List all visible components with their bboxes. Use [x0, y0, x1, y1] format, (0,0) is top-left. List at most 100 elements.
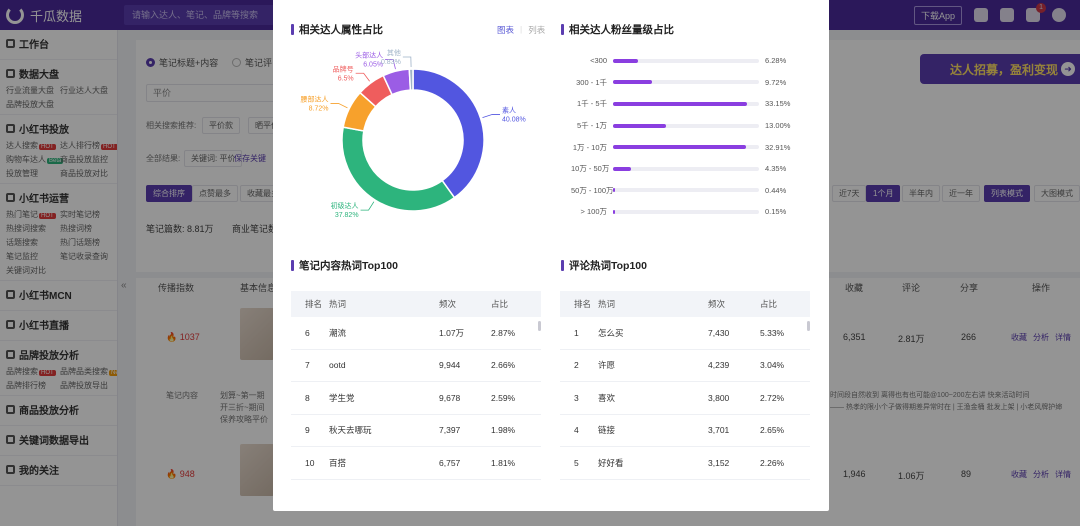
- fan-bar-track: [613, 166, 759, 171]
- fan-bar-fill: [613, 166, 631, 171]
- donut-svg: 素人40.08%初级达人37.82%腰部达人8.72%品牌号6.5%头部达人6.…: [300, 48, 526, 219]
- cell-rank: 4: [574, 425, 579, 436]
- cell-word: 许愿: [598, 360, 616, 371]
- cell-pct: 1.81%: [491, 457, 516, 468]
- fan-bar-row[interactable]: 1千 - 5千 33.15%: [571, 93, 811, 115]
- donut-label-name: 初级达人: [331, 201, 359, 210]
- cell-pct: 2.72%: [760, 392, 785, 403]
- fan-bar-row[interactable]: 50万 - 100万 0.44%: [571, 180, 811, 202]
- attr-section-title: 相关达人属性占比: [291, 22, 383, 37]
- table-row[interactable]: 6 潮流 1.07万 2.87%: [291, 317, 541, 350]
- donut-label-value: 6.5%: [338, 75, 354, 82]
- table-body[interactable]: 6 潮流 1.07万 2.87% 7 ootd 9,944 2.66% 8 学生党 9,678 2.5…: [291, 317, 541, 489]
- cell-freq: 7,430: [708, 327, 730, 338]
- fan-bar-row[interactable]: > 100万 0.15%: [571, 201, 811, 223]
- cell-word: 秋天去哪玩: [329, 425, 372, 436]
- fan-bar-label: > 100万: [580, 207, 607, 217]
- donut-leader-line: [355, 72, 370, 82]
- donut-leader-line: [360, 201, 375, 211]
- fan-bar-fill: [613, 145, 747, 150]
- cell-rank: 8: [305, 392, 310, 403]
- fan-bar-fill: [613, 101, 747, 106]
- scrollbar[interactable]: [538, 321, 541, 331]
- table-row[interactable]: 3 喜欢 3,800 2.72%: [560, 382, 810, 415]
- cell-word: 喜欢: [598, 392, 616, 403]
- cell-word: 百搭: [329, 457, 347, 468]
- fan-bar-track: [613, 58, 759, 63]
- header-word: 热词: [329, 299, 347, 309]
- donut-label-value: 37.82%: [335, 212, 359, 219]
- toggle-chart-button[interactable]: 图表: [497, 24, 514, 36]
- cell-rank: 9: [305, 425, 310, 436]
- fans-bar-chart: <300 6.28% 300 - 1千 9.72% 1千 - 5千 33.15% 5千 - …: [571, 50, 811, 223]
- cell-pct: 1.98%: [491, 425, 516, 436]
- table-row[interactable]: 8 学生党 9,678 2.59%: [291, 382, 541, 415]
- table-row[interactable]: 9 秋天去哪玩 7,397 1.98%: [291, 415, 541, 447]
- scrollbar[interactable]: [807, 321, 810, 331]
- table-body[interactable]: 1 怎么买 7,430 5.33% 2 许愿 4,239 3.04% 3 喜欢 3,800 2.72%…: [560, 317, 810, 489]
- donut-label-value: 40.08%: [502, 117, 526, 124]
- cell-pct: 2.66%: [491, 360, 516, 371]
- table-row[interactable]: 7 ootd 9,944 2.66%: [291, 350, 541, 382]
- cell-rank: 10: [305, 457, 315, 468]
- fan-bar-track: [613, 101, 759, 106]
- fan-bar-value: 13.00%: [765, 121, 791, 131]
- table-row[interactable]: 1 怎么买 7,430 5.33%: [560, 317, 810, 350]
- cell-freq: 3,800: [708, 392, 730, 403]
- fan-bar-fill: [613, 123, 666, 128]
- header-freq: 频次: [708, 299, 726, 309]
- fan-bar-track: [613, 188, 759, 193]
- header-freq: 频次: [439, 299, 457, 309]
- header-word: 热词: [598, 299, 616, 309]
- cell-freq: 4,239: [708, 360, 730, 371]
- donut-label-name: 头部达人: [355, 50, 383, 59]
- fan-bar-row[interactable]: <300 6.28%: [571, 50, 811, 72]
- fan-bar-track: [613, 209, 759, 214]
- fan-bar-label: 50万 - 100万: [571, 185, 614, 195]
- cell-rank: 2: [574, 360, 579, 371]
- cell-pct: 2.26%: [760, 457, 785, 468]
- donut-slice-5[interactable]: [408, 68, 414, 91]
- table-header: 排名 热词 频次 占比: [560, 291, 810, 317]
- fan-bar-row[interactable]: 5千 - 1万 13.00%: [571, 115, 811, 137]
- fan-bar-track: [613, 80, 759, 85]
- cell-word: 学生党: [329, 392, 355, 403]
- fan-bar-row[interactable]: 10万 - 50万 4.35%: [571, 158, 811, 180]
- fan-bar-row[interactable]: 300 - 1千 9.72%: [571, 72, 811, 94]
- fan-bar-track: [613, 123, 759, 128]
- table-row[interactable]: 10 百搭 6,757 1.81%: [291, 447, 541, 480]
- cell-pct: 2.59%: [491, 392, 516, 403]
- donut-slice-0[interactable]: [412, 68, 485, 199]
- fan-bar-value: 6.28%: [765, 56, 787, 66]
- cell-freq: 9,678: [439, 392, 461, 403]
- donut-slice-1[interactable]: [341, 126, 456, 212]
- cell-freq: 3,701: [708, 425, 730, 436]
- cell-rank: 7: [305, 360, 310, 371]
- fan-bar-track: [613, 145, 759, 150]
- table-header: 排名 热词 频次 占比: [291, 291, 541, 317]
- table-row[interactable]: 2 许愿 4,239 3.04%: [560, 350, 810, 382]
- donut-label-value: 0.83%: [381, 59, 401, 66]
- toggle-list-button[interactable]: 列表: [528, 24, 545, 36]
- table-row[interactable]: 6好看2,7781.99%: [560, 480, 810, 490]
- header-pct: 占比: [760, 299, 778, 309]
- table-row[interactable]: 5 好好看 3,152 2.26%: [560, 447, 810, 480]
- fan-bar-row[interactable]: 1万 - 10万 32.91%: [571, 136, 811, 158]
- table-row[interactable]: 4 链接 3,701 2.65%: [560, 415, 810, 447]
- fan-bar-label: <300: [590, 56, 607, 66]
- fan-bar-value: 33.15%: [765, 99, 791, 109]
- view-toggle: 图表 | 列表: [497, 24, 545, 36]
- cell-rank: 5: [574, 457, 579, 468]
- fan-bar-value: 32.91%: [765, 142, 791, 152]
- header-rank: 排名: [574, 299, 592, 309]
- fan-bar-label: 5千 - 1万: [576, 121, 607, 131]
- donut-label-name: 腰部达人: [300, 94, 328, 103]
- cell-freq: 6,757: [439, 457, 461, 468]
- cell-rank: 6: [305, 327, 310, 338]
- cell-pct: 2.87%: [491, 327, 516, 338]
- fan-bar-fill: [613, 80, 653, 85]
- cell-word: ootd: [329, 360, 346, 371]
- fan-bar-label: 300 - 1千: [576, 77, 607, 87]
- fan-bar-value: 0.44%: [765, 185, 787, 195]
- cell-rank: 1: [574, 327, 579, 338]
